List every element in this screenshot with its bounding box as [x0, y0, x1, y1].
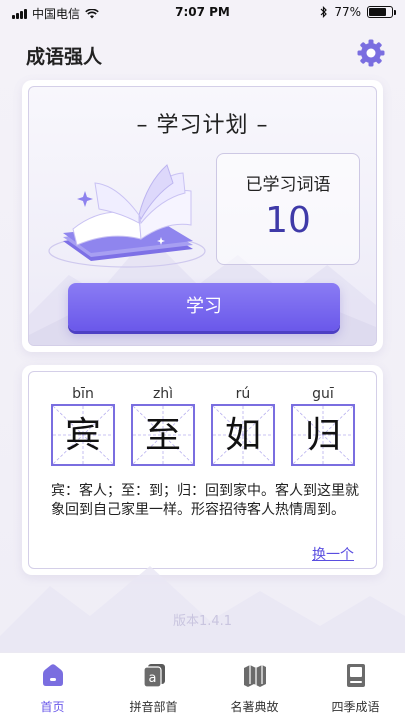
tab-label: 名著典故: [230, 700, 279, 714]
learned-words-count: 10: [265, 200, 311, 241]
tab-home[interactable]: 首页: [2, 661, 103, 715]
status-bar: 中国电信 7:07 PM 77%: [0, 0, 405, 26]
book-icon: [346, 664, 365, 687]
tab-seasons-idioms[interactable]: 四季成语: [305, 661, 405, 715]
tab-bar: 首页 a 拼音部首 名著典故 四季成语: [0, 652, 405, 720]
tab-label: 首页: [40, 700, 65, 714]
open-book-illustration: [48, 164, 206, 268]
battery-icon: [367, 6, 396, 18]
idiom-meaning: 宾：客人；至：到；归：回到家中。客人到这里就象回到自己家里一样。形容招待客人热情…: [51, 483, 359, 518]
idiom-character: 如: [224, 415, 261, 456]
pinyin-label: zhì: [152, 386, 174, 402]
idiom-char-3: rú 如: [211, 384, 275, 466]
char-grid: 宾: [51, 404, 115, 466]
idiom-char-2: zhì 至: [131, 384, 195, 466]
learned-words-label: 已学习词语: [245, 175, 331, 195]
char-grid: 归: [291, 404, 355, 466]
idiom-char-1: bīn 宾: [51, 384, 115, 466]
study-button[interactable]: 学习: [68, 283, 340, 331]
pinyin-icon: a: [142, 664, 165, 688]
plan-title: – 学习计划 –: [136, 113, 269, 138]
pinyin-label: guī: [312, 386, 334, 402]
idiom-card: bīn 宾 zhì 至 rú 如 guī 归 宾：客人；至：到；归：回到家中。客…: [22, 365, 383, 575]
char-grid: 如: [211, 404, 275, 466]
hills-decoration: [0, 566, 405, 656]
char-grid: 至: [131, 404, 195, 466]
map-book-icon: [243, 665, 266, 687]
tab-label: 拼音部首: [129, 700, 178, 714]
version-label: 版本1.4.1: [172, 614, 233, 629]
idiom-character: 宾: [64, 415, 101, 456]
svg-text:a: a: [148, 671, 156, 686]
study-plan-card: – 学习计划 – 已学习词语 10 学习: [22, 80, 383, 352]
home-icon: [42, 664, 63, 686]
tab-pinyin-radicals[interactable]: a 拼音部首: [103, 661, 204, 715]
idiom-character: 至: [144, 415, 181, 456]
battery-percent: 77%: [334, 5, 361, 19]
idiom-character: 归: [304, 415, 341, 456]
pinyin-label: bīn: [72, 386, 94, 402]
tab-classics-stories[interactable]: 名著典故: [204, 661, 305, 715]
bluetooth-icon: [320, 6, 328, 18]
gear-icon[interactable]: [356, 38, 386, 68]
pinyin-label: rú: [235, 386, 251, 402]
tab-label: 四季成语: [331, 700, 380, 714]
idiom-char-4: guī 归: [291, 384, 355, 466]
learned-words-box: 已学习词语 10: [216, 153, 360, 265]
app-title: 成语强人: [26, 46, 103, 68]
